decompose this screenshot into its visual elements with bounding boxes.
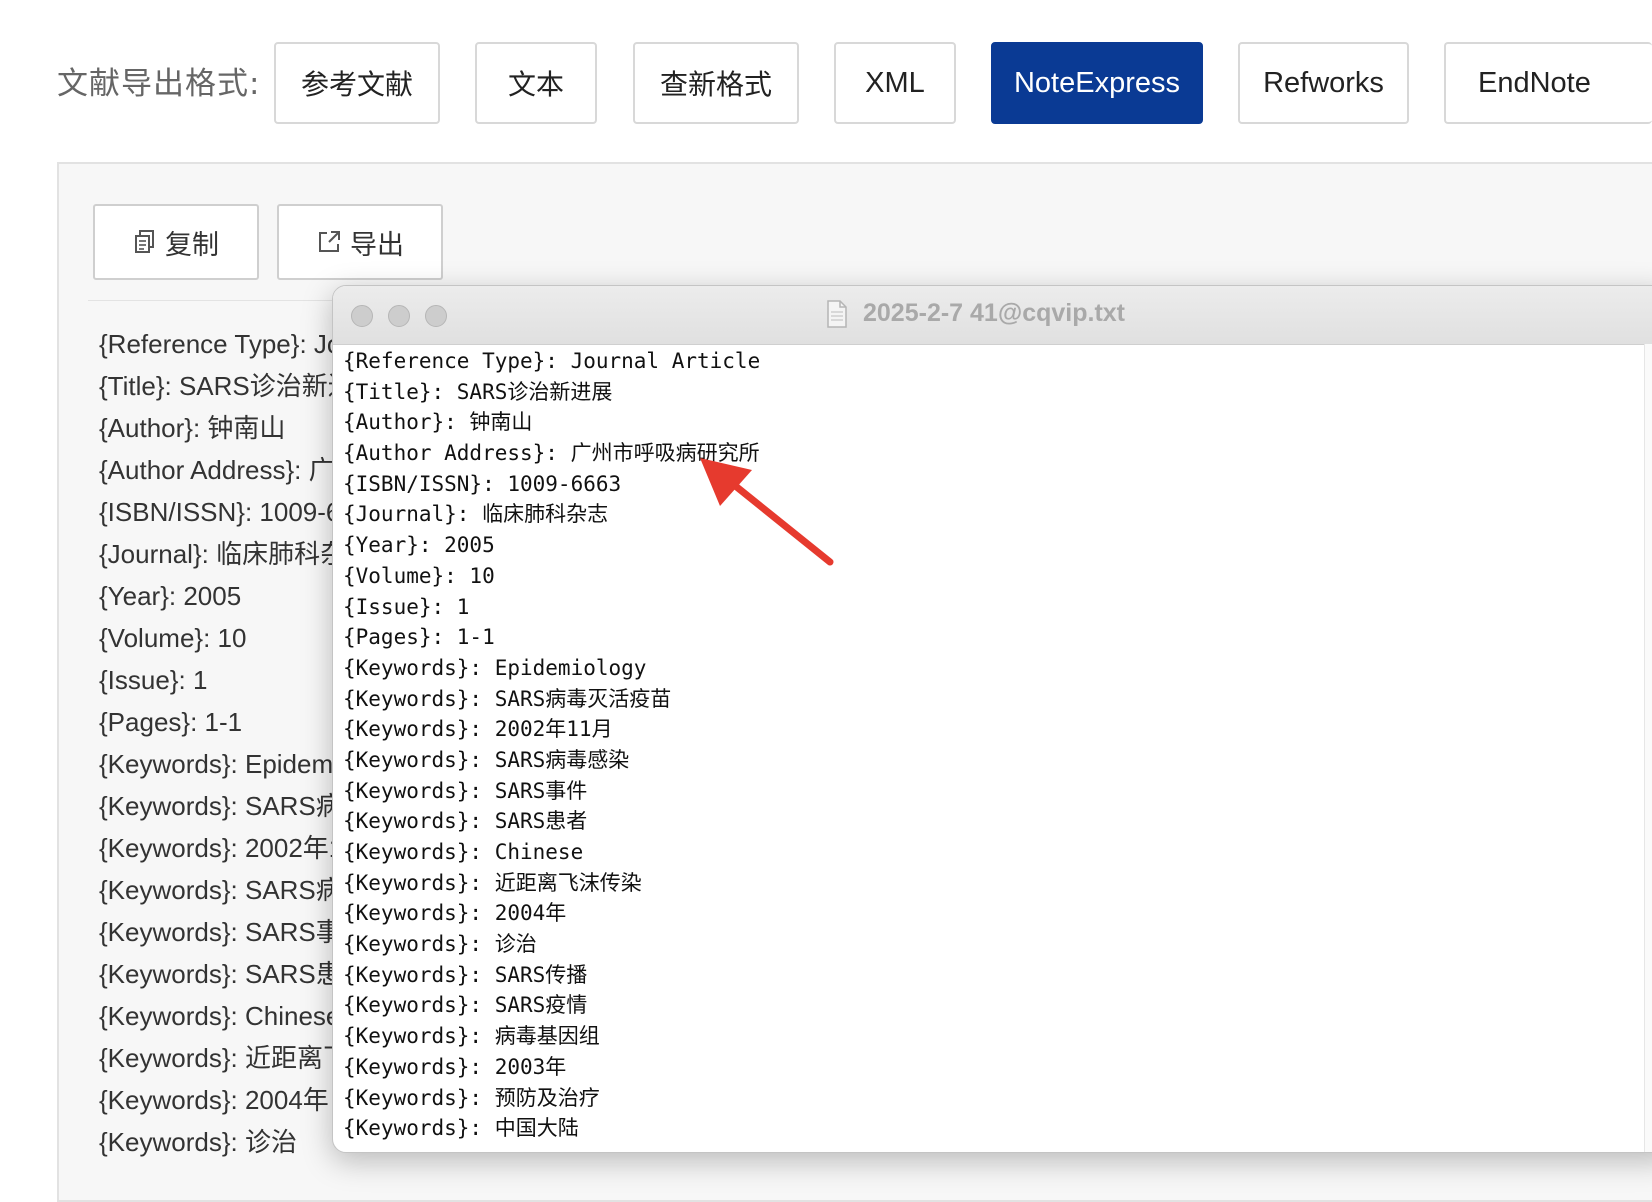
format-button-text[interactable]: 文本: [475, 42, 597, 124]
copy-icon: [133, 229, 157, 255]
format-button-xml[interactable]: XML: [834, 42, 956, 124]
editor-line: {Keywords}: SARS病毒灭活疫苗: [343, 686, 672, 711]
editor-line: {Issue}: 1: [343, 594, 470, 619]
editor-line: {Keywords}: 2002年11月: [343, 717, 613, 742]
editor-line: {Keywords}: SARS患者: [343, 809, 588, 834]
annotation-arrow: [700, 458, 834, 566]
minimize-window-button[interactable]: [388, 305, 410, 327]
text-editor[interactable]: {Reference Type}: Journal Article {Title…: [343, 346, 1643, 1152]
editor-line: {Keywords}: 近距离飞沫传染: [343, 870, 642, 895]
editor-line: {Volume}: 10: [343, 563, 495, 588]
editor-line: {Keywords}: SARS事件: [343, 778, 588, 803]
editor-line: {Keywords}: 预防及治疗: [343, 1085, 600, 1110]
editor-line: {Keywords}: 诊治: [343, 932, 537, 957]
format-button-noteexpress[interactable]: NoteExpress: [991, 42, 1203, 124]
document-icon: [826, 300, 848, 333]
zoom-window-button[interactable]: [425, 305, 447, 327]
window-title: 2025-2-7 41@cqvip.txt: [863, 299, 1125, 327]
editor-line: {Author}: 钟南山: [343, 410, 533, 435]
editor-line: {Keywords}: SARS病毒感染: [343, 747, 630, 772]
close-window-button[interactable]: [351, 305, 373, 327]
export-button-label: 导出: [350, 229, 404, 261]
copy-button[interactable]: 复制: [93, 204, 259, 280]
editor-line: {Keywords}: 2004年: [343, 901, 567, 926]
window-titlebar[interactable]: 2025-2-7 41@cqvip.txt: [333, 286, 1652, 345]
editor-line: {Reference Type}: Journal Article: [343, 349, 761, 373]
editor-line: {Journal}: 临床肺科杂志: [343, 502, 609, 527]
editor-line: {Title}: SARS诊治新进展: [343, 379, 613, 404]
text-file-window: 2025-2-7 41@cqvip.txt {Reference Type}: …: [332, 285, 1652, 1153]
editor-line: {Keywords}: SARS传播: [343, 962, 588, 987]
format-button-refworks[interactable]: Refworks: [1238, 42, 1409, 124]
format-button-novelty-search[interactable]: 查新格式: [633, 42, 799, 124]
editor-line: {Author Address}: 广州市呼吸病研究所: [343, 441, 760, 466]
editor-line: {Keywords}: SARS疫情: [343, 993, 588, 1018]
editor-line: {Keywords}: Epidemiology: [343, 655, 647, 680]
editor-line: {Pages}: 1-1: [343, 625, 495, 650]
format-button-reference[interactable]: 参考文献: [274, 42, 440, 124]
format-button-endnote[interactable]: EndNote: [1444, 42, 1652, 124]
editor-line: {Keywords}: 2003年: [343, 1054, 567, 1079]
export-button[interactable]: 导出: [277, 204, 443, 280]
editor-line: {Keywords}: 中国大陆: [343, 1116, 579, 1141]
vertical-scrollbar[interactable]: [1644, 344, 1652, 1152]
copy-button-label: 复制: [165, 229, 219, 261]
editor-line: {Keywords}: 病毒基因组: [343, 1024, 600, 1049]
editor-line: {Year}: 2005: [343, 533, 495, 558]
editor-line: {ISBN/ISSN}: 1009-6663: [343, 471, 622, 496]
editor-line: {Keywords}: Chinese: [343, 840, 584, 864]
export-icon: [316, 229, 342, 255]
export-format-label: 文献导出格式:: [57, 66, 261, 102]
